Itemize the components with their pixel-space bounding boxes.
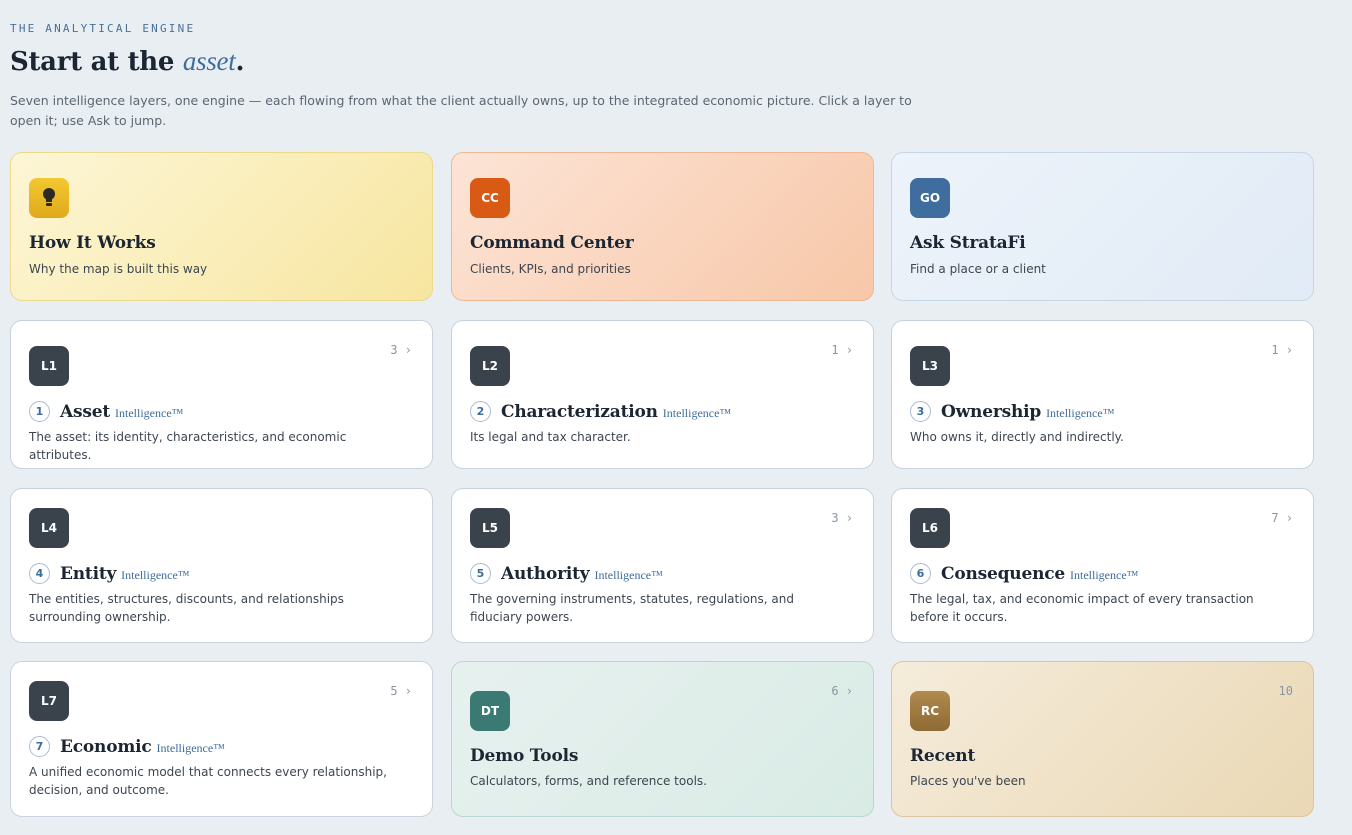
recent-count: 10	[1278, 684, 1293, 698]
layer-title: 6 Consequence Intelligence™	[910, 563, 1138, 584]
recent-card[interactable]: RC 10 Recent Places you've been	[891, 661, 1314, 817]
layer-title: 3 Ownership Intelligence™	[910, 401, 1114, 422]
layer-number: 3	[910, 401, 931, 422]
layer-count: 7 ›	[1271, 511, 1293, 525]
card-title: How It Works	[29, 233, 156, 253]
layer-desc: The entities, structures, discounts, and…	[29, 592, 344, 624]
title-suffix: .	[235, 47, 245, 77]
layer-card-characterization[interactable]: L2 1 › 2 Characterization Intelligence™ …	[451, 320, 874, 469]
layer-number: 6	[910, 563, 931, 584]
eyebrow-label: THE ANALYTICAL ENGINE	[10, 22, 196, 35]
layer-badge: L3	[910, 346, 950, 386]
layer-number: 7	[29, 736, 50, 757]
layer-suffix: Intelligence™	[1070, 568, 1139, 582]
layer-title: 7 Economic Intelligence™	[29, 736, 225, 757]
layer-card-asset[interactable]: L1 3 › 1 Asset Intelligence™ The asset: …	[10, 320, 433, 469]
layer-count: 1 ›	[831, 343, 853, 357]
layer-number: 5	[470, 563, 491, 584]
title-prefix: Start at the	[10, 47, 183, 77]
layer-name: Economic	[60, 736, 152, 757]
layer-badge: L2	[470, 346, 510, 386]
title-emphasis: asset	[182, 46, 236, 76]
layer-name: Ownership	[941, 401, 1042, 422]
lightbulb-icon	[29, 178, 69, 218]
layer-card-economic[interactable]: L7 5 › 7 Economic Intelligence™ A unifie…	[10, 661, 433, 817]
layer-badge: L1	[29, 346, 69, 386]
how-it-works-card[interactable]: How It Works Why the map is built this w…	[10, 152, 433, 301]
demo-tools-card[interactable]: DT 6 › Demo Tools Calculators, forms, an…	[451, 661, 874, 817]
layer-name: Consequence	[941, 563, 1066, 584]
layer-number: 2	[470, 401, 491, 422]
layer-badge: L5	[470, 508, 510, 548]
layer-title: 5 Authority Intelligence™	[470, 563, 663, 584]
card-desc: Places you've been	[910, 774, 1026, 788]
command-center-badge: CC	[470, 178, 510, 218]
layer-name: Characterization	[501, 401, 658, 422]
layer-card-consequence[interactable]: L6 7 › 6 Consequence Intelligence™ The l…	[891, 488, 1314, 643]
layer-desc: The governing instruments, statutes, reg…	[470, 592, 794, 624]
card-title: Demo Tools	[470, 746, 579, 766]
layer-count: 3 ›	[831, 511, 853, 525]
layer-name: Asset	[60, 401, 111, 422]
page-title: Start at the asset.	[10, 46, 244, 77]
layer-title: 2 Characterization Intelligence™	[470, 401, 731, 422]
demo-tools-badge: DT	[470, 691, 510, 731]
ask-badge: GO	[910, 178, 950, 218]
layer-desc: The legal, tax, and economic impact of e…	[910, 592, 1254, 624]
card-title: Recent	[910, 746, 976, 766]
card-desc: Why the map is built this way	[29, 262, 208, 276]
layer-card-entity[interactable]: L4 4 Entity Intelligence™ The entities, …	[10, 488, 433, 643]
layer-number: 1	[29, 401, 50, 422]
layer-card-authority[interactable]: L5 3 › 5 Authority Intelligence™ The gov…	[451, 488, 874, 643]
layer-count: 5 ›	[390, 684, 412, 698]
card-desc: Clients, KPIs, and priorities	[470, 262, 631, 276]
layer-desc: Who owns it, directly and indirectly.	[910, 430, 1124, 444]
layer-count: 1 ›	[1271, 343, 1293, 357]
card-desc: Find a place or a client	[910, 262, 1046, 276]
layer-suffix: Intelligence™	[594, 568, 663, 582]
layer-suffix: Intelligence™	[115, 406, 184, 420]
layer-title: 4 Entity Intelligence™	[29, 563, 190, 584]
card-title: Command Center	[470, 233, 634, 253]
layer-badge: L6	[910, 508, 950, 548]
layer-suffix: Intelligence™	[121, 568, 190, 582]
layer-badge: L4	[29, 508, 69, 548]
layer-desc: A unified economic model that connects e…	[29, 765, 387, 797]
layer-card-ownership[interactable]: L3 1 › 3 Ownership Intelligence™ Who own…	[891, 320, 1314, 469]
layer-number: 4	[29, 563, 50, 584]
layer-name: Entity	[60, 563, 117, 584]
layer-suffix: Intelligence™	[156, 741, 225, 755]
recent-badge: RC	[910, 691, 950, 731]
layer-count: 3 ›	[390, 343, 412, 357]
command-center-card[interactable]: CC Command Center Clients, KPIs, and pri…	[451, 152, 874, 301]
layer-title: 1 Asset Intelligence™	[29, 401, 183, 422]
layer-name: Authority	[501, 563, 590, 584]
card-desc: Calculators, forms, and reference tools.	[470, 774, 707, 788]
layer-badge: L7	[29, 681, 69, 721]
layer-suffix: Intelligence™	[1046, 406, 1115, 420]
ask-stratafi-card[interactable]: GO Ask StrataFi Find a place or a client	[891, 152, 1314, 301]
card-title: Ask StrataFi	[910, 233, 1026, 253]
layer-desc: The asset: its identity, characteristics…	[29, 430, 347, 462]
demo-tools-count: 6 ›	[831, 684, 853, 698]
layer-suffix: Intelligence™	[662, 406, 732, 420]
page-subtitle: Seven intelligence layers, one engine — …	[10, 93, 912, 128]
layer-desc: Its legal and tax character.	[470, 430, 631, 444]
